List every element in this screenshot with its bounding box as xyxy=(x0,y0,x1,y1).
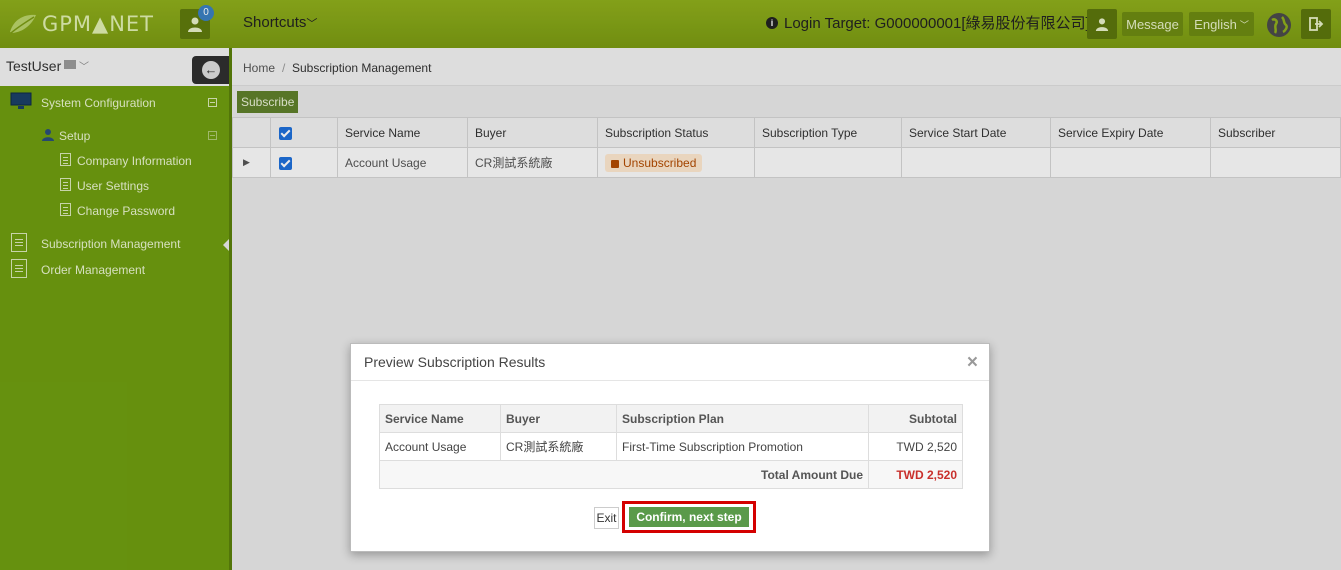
preview-subscription-dialog: Preview Subscription Results × Service N… xyxy=(350,343,990,552)
total-row: Total Amount Due TWD 2,520 xyxy=(379,460,963,489)
confirm-highlight: Confirm, next step → xyxy=(622,501,756,544)
exit-button[interactable]: Exit xyxy=(594,507,619,529)
plan-cell: First-Time Subscription Promotion xyxy=(616,432,869,461)
buyer-cell: CR測試系統廠 xyxy=(500,432,617,461)
column-header: Subtotal xyxy=(868,404,963,433)
total-label: Total Amount Due xyxy=(379,460,869,489)
modal-title: Preview Subscription Results xyxy=(364,354,546,370)
close-icon[interactable]: × xyxy=(967,352,978,374)
column-header: Buyer xyxy=(500,404,617,433)
column-header: Service Name xyxy=(379,404,501,433)
column-header: Subscription Plan xyxy=(616,404,869,433)
confirm-next-step-button[interactable]: Confirm, next step → xyxy=(629,507,749,544)
total-value: TWD 2,520 xyxy=(868,460,963,489)
table-header-row: Service Name Buyer Subscription Plan Sub… xyxy=(379,404,963,433)
table-row: Account Usage CR測試系統廠 First-Time Subscri… xyxy=(379,432,963,461)
subtotal-cell: TWD 2,520 xyxy=(868,432,963,461)
service-name-cell: Account Usage xyxy=(379,432,501,461)
preview-table: Service Name Buyer Subscription Plan Sub… xyxy=(379,404,963,489)
modal-header: Preview Subscription Results × xyxy=(351,344,989,381)
